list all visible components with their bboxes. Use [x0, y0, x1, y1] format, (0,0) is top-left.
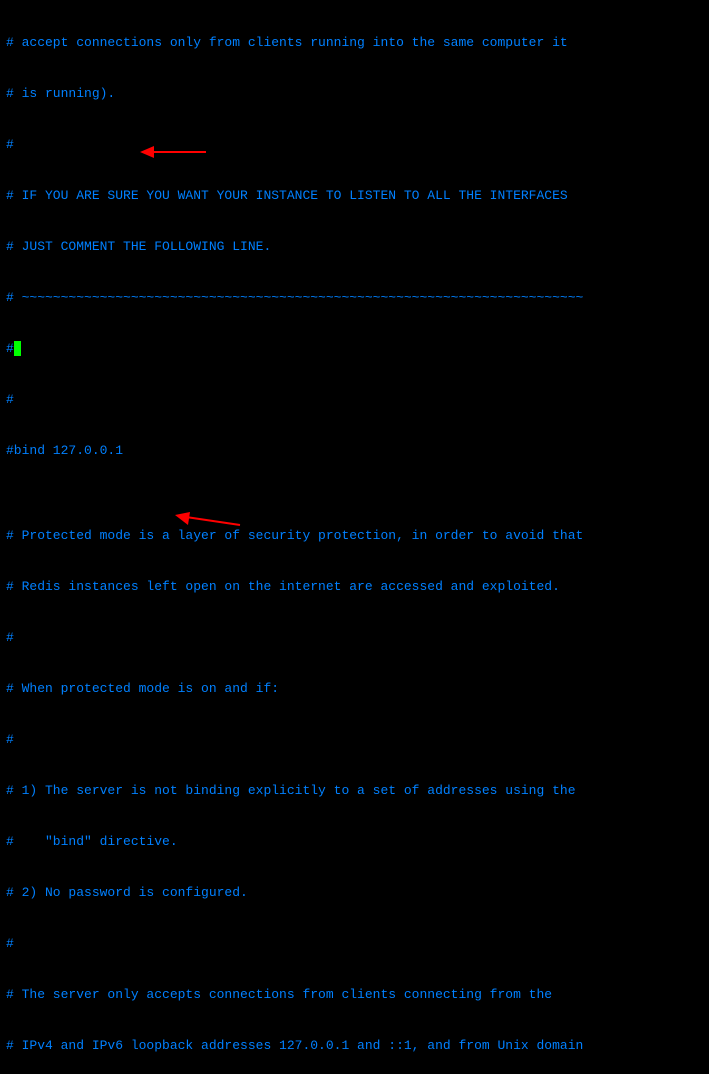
- config-comment-line: # IPv4 and IPv6 loopback addresses 127.0…: [6, 1037, 703, 1054]
- config-comment-line: # ~~~~~~~~~~~~~~~~~~~~~~~~~~~~~~~~~~~~~~…: [6, 289, 703, 306]
- config-comment-line: #: [6, 136, 703, 153]
- bind-directive-line: #bind 127.0.0.1: [6, 442, 703, 459]
- terminal-viewport[interactable]: # accept connections only from clients r…: [0, 0, 709, 1074]
- config-comment-line: #: [6, 391, 703, 408]
- config-comment-line: # The server only accepts connections fr…: [6, 986, 703, 1003]
- config-comment-line: # is running).: [6, 85, 703, 102]
- config-comment-line: # IF YOU ARE SURE YOU WANT YOUR INSTANCE…: [6, 187, 703, 204]
- config-comment-line: # accept connections only from clients r…: [6, 34, 703, 51]
- config-comment-line: # When protected mode is on and if:: [6, 680, 703, 697]
- config-comment-line: #: [6, 731, 703, 748]
- config-comment-line: # Redis instances left open on the inter…: [6, 578, 703, 595]
- config-comment-line: # 1) The server is not binding explicitl…: [6, 782, 703, 799]
- config-comment-line: #: [6, 629, 703, 646]
- config-comment-line: # 2) No password is configured.: [6, 884, 703, 901]
- config-comment-line: # "bind" directive.: [6, 833, 703, 850]
- config-comment-line: #: [6, 935, 703, 952]
- config-comment-line: # JUST COMMENT THE FOLLOWING LINE.: [6, 238, 703, 255]
- config-comment-line: # Protected mode is a layer of security …: [6, 527, 703, 544]
- cursor-icon: [14, 341, 21, 356]
- cursor-line: #: [6, 340, 703, 357]
